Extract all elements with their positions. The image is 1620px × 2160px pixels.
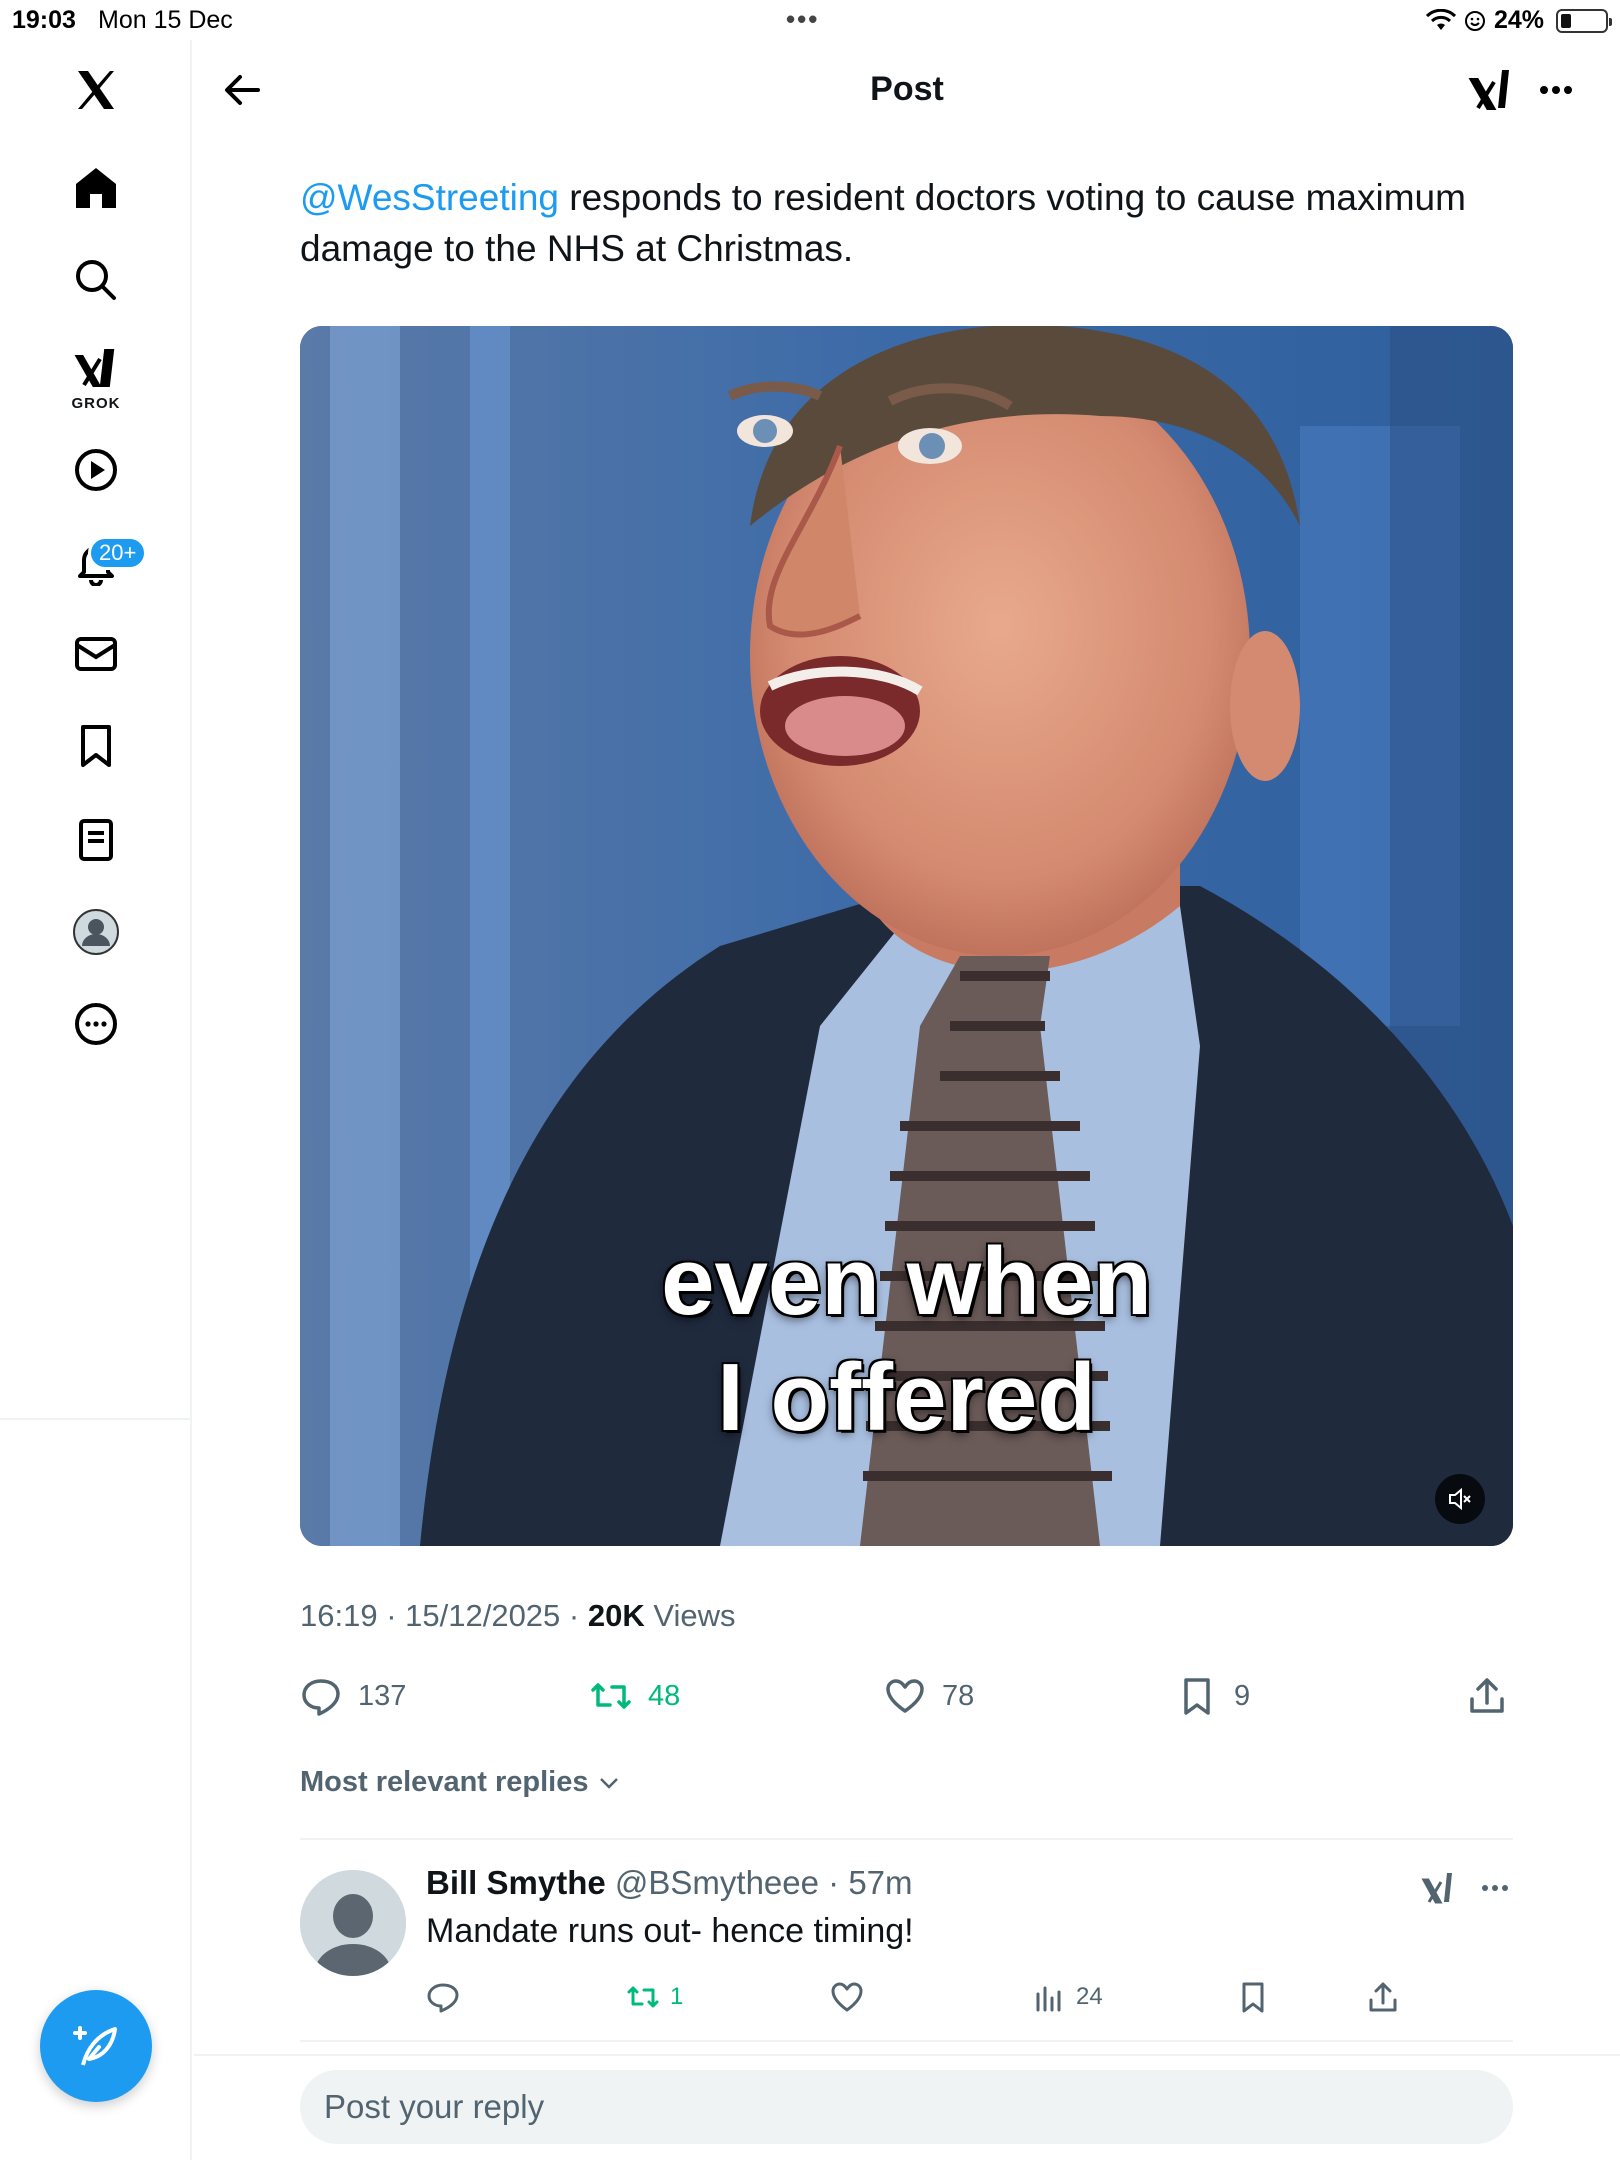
search-icon[interactable] (0, 230, 192, 330)
replies-sort-dropdown[interactable]: Most relevant replies (300, 1766, 621, 1799)
caption-line-2: I offered (717, 1344, 1096, 1451)
more-options-icon[interactable] (1477, 1870, 1513, 1906)
repost-icon (591, 1683, 631, 1709)
home-icon[interactable] (0, 138, 192, 238)
reply-author-handle[interactable]: @BSmytheee (615, 1864, 819, 1901)
reply-count: 137 (358, 1679, 407, 1712)
mention-link[interactable]: @WesStreeting (300, 177, 559, 218)
more-icon[interactable] (0, 974, 192, 1074)
notifications-icon[interactable]: 20+ (0, 512, 192, 612)
heart-icon (886, 1679, 924, 1713)
post-header: Post (194, 40, 1620, 140)
repost-count: 48 (648, 1679, 681, 1712)
chevron-down-icon (599, 1777, 618, 1789)
reply-text: Mandate runs out- hence timing! (426, 1912, 914, 1950)
tweet-date[interactable]: 15/12/2025 (405, 1598, 560, 1633)
sidebar: GROK 20+ (0, 40, 192, 2160)
repost-icon (627, 1986, 659, 2008)
muted-speaker-icon (1449, 1487, 1471, 1511)
status-time: 19:03 (12, 6, 76, 34)
notifications-badge: 20+ (88, 536, 148, 570)
status-date: Mon 15 Dec (98, 6, 233, 34)
app-root: 19:03 Mon 15 Dec ••• 24% GROK 20+ Post @… (0, 0, 1620, 2160)
divider (300, 2040, 1513, 2042)
bookmark-icon (1184, 1678, 1210, 1715)
battery-level (1561, 13, 1571, 28)
multitasking-dots-icon[interactable]: ••• (786, 4, 819, 35)
status-bar: 19:03 Mon 15 Dec ••• 24% (0, 0, 1620, 40)
bookmarks-icon[interactable] (0, 696, 192, 796)
sidebar-divider (0, 1418, 192, 1420)
replies-sort-label: Most relevant replies (300, 1766, 589, 1798)
divider (194, 2054, 1620, 2056)
reply-views-count: 24 (1076, 1983, 1103, 2010)
bookmark-button[interactable]: 9 (1176, 1666, 1250, 1726)
reply-bookmark-button[interactable] (1236, 1972, 1270, 2022)
reply-icon (427, 1983, 459, 2013)
tweet-meta: 16:19 · 15/12/2025 · 20K Views (300, 1598, 736, 1633)
heart-icon (831, 1982, 863, 2012)
views-icon (1036, 1986, 1061, 2012)
tweet-video[interactable]: even when I offered (300, 326, 1513, 1546)
tweet-text: @WesStreeting responds to resident docto… (300, 172, 1540, 274)
compose-post-button[interactable] (40, 1990, 152, 2102)
share-icon (1470, 1678, 1504, 1713)
reply-item[interactable]: Bill Smythe @BSmytheee · 57m Mandate run… (300, 1840, 1513, 2040)
grok-icon[interactable] (1421, 1870, 1457, 1906)
like-button[interactable]: 78 (884, 1666, 974, 1726)
page-title: Post (870, 70, 944, 108)
share-button[interactable] (1466, 1666, 1508, 1726)
battery-icon (1556, 8, 1612, 33)
reply-author-name[interactable]: Bill Smythe (426, 1864, 606, 1901)
like-count: 78 (942, 1679, 975, 1712)
reply-separator: · (828, 1864, 849, 1901)
reply-share-button[interactable] (1366, 1972, 1400, 2022)
bookmark-count: 9 (1234, 1679, 1251, 1712)
compose-post-icon (73, 2026, 117, 2066)
reply-like-button[interactable] (830, 1972, 864, 2022)
avatar[interactable] (300, 1870, 406, 1976)
repost-button[interactable]: 48 (590, 1666, 680, 1726)
reply-repost-count: 1 (670, 1983, 684, 2010)
video-caption: even when I offered (300, 1224, 1513, 1456)
focus-icon (1464, 10, 1485, 31)
lists-icon[interactable] (0, 790, 192, 890)
grok-icon[interactable] (1468, 66, 1516, 114)
reply-button[interactable]: 137 (300, 1666, 406, 1726)
video-icon[interactable] (0, 420, 192, 520)
views-count: 20K (587, 1598, 645, 1633)
tweet-actions: 137 48 78 9 (300, 1666, 1513, 1726)
reply-age: 57m (848, 1864, 913, 1901)
x-logo-icon[interactable] (0, 40, 192, 140)
reply-icon (302, 1679, 340, 1716)
caption-line-1: even when (661, 1228, 1152, 1335)
reply-views-button[interactable]: 24 (1032, 1972, 1103, 2022)
wifi-icon (1425, 8, 1456, 30)
status-right: 24% (1425, 6, 1612, 35)
reply-reply-button[interactable] (426, 1972, 460, 2022)
reply-repost-button[interactable]: 1 (626, 1972, 683, 2022)
mute-button[interactable] (1435, 1474, 1485, 1524)
reply-input[interactable] (300, 2070, 1513, 2144)
grok-label: GROK (71, 394, 121, 412)
profile-icon[interactable] (0, 882, 192, 982)
grok-icon[interactable]: GROK (0, 328, 192, 428)
share-icon (1369, 1982, 1397, 2012)
bookmark-icon (1242, 1982, 1264, 2013)
reply-actions: 1 24 (426, 1972, 1513, 2022)
tweet-time[interactable]: 16:19 (300, 1598, 378, 1633)
default-avatar-icon (300, 1870, 406, 1976)
messages-icon[interactable] (0, 604, 192, 704)
views-label: Views (653, 1598, 736, 1633)
reply-header: Bill Smythe @BSmytheee · 57m (426, 1864, 913, 1902)
more-options-icon[interactable] (1532, 66, 1580, 114)
battery-percent: 24% (1493, 6, 1544, 34)
